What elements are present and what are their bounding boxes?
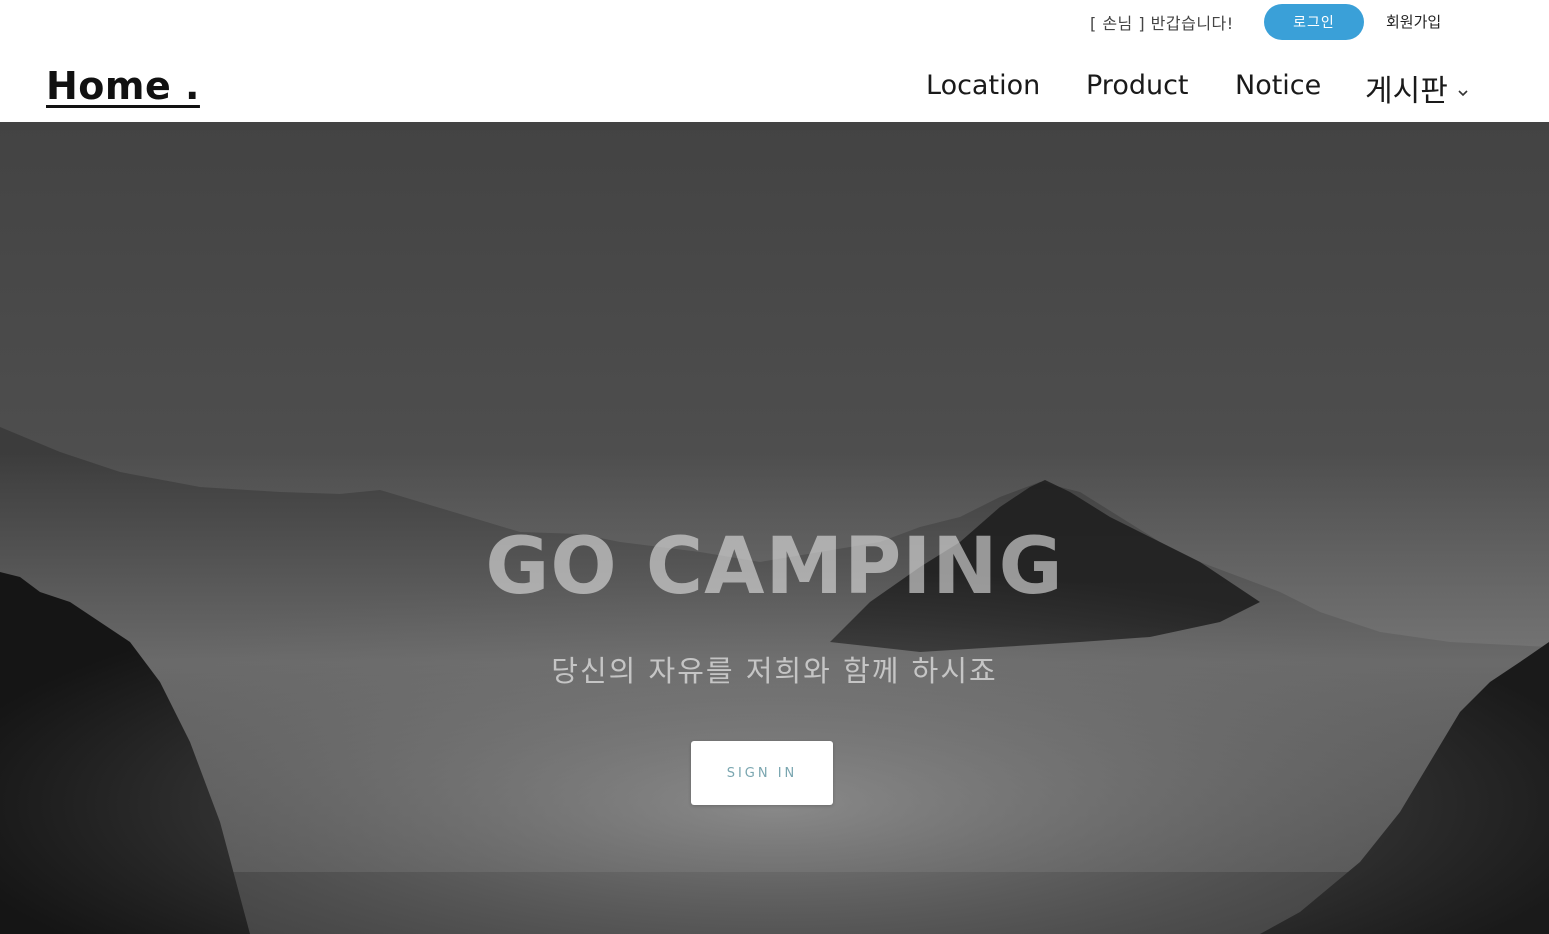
login-button[interactable]: 로그인: [1264, 4, 1364, 40]
sign-in-button[interactable]: SIGN IN: [691, 741, 833, 805]
main-nav: Location Product Notice 게시판: [0, 70, 1549, 110]
nav-item-board-label: 게시판: [1365, 74, 1448, 109]
hero-title: GO CAMPING: [485, 522, 1064, 612]
top-utility-bar: [ 손님 ] 반갑습니다! 로그인 회원가입: [0, 0, 1549, 42]
signup-link[interactable]: 회원가입: [1386, 11, 1441, 32]
chevron-down-icon: [1458, 73, 1468, 104]
hero-subtitle: 당신의 자유를 저희와 함께 하시죠: [551, 654, 998, 688]
nav-item-product[interactable]: Product: [1086, 70, 1189, 101]
page: [ 손님 ] 반갑습니다! 로그인 회원가입 Home . Location P…: [0, 0, 1549, 934]
hero-section: GO CAMPING 당신의 자유를 저희와 함께 하시죠 SIGN IN: [0, 122, 1549, 934]
nav-item-notice[interactable]: Notice: [1235, 70, 1321, 101]
nav-item-board-dropdown[interactable]: 게시판: [1365, 66, 1468, 110]
nav-item-location[interactable]: Location: [926, 70, 1040, 101]
greeting-text: [ 손님 ] 반갑습니다!: [1090, 14, 1234, 33]
